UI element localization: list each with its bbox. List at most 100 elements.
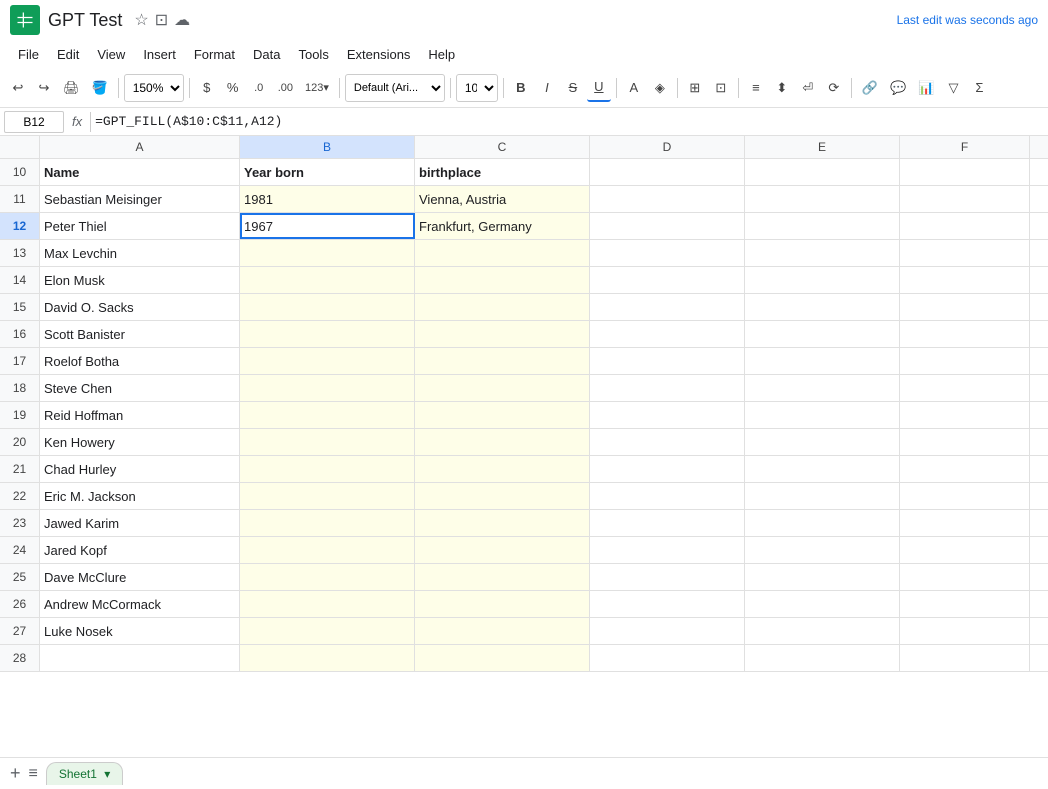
cell-col-f-18[interactable] bbox=[900, 375, 1030, 401]
star-icon[interactable]: ☆ bbox=[134, 10, 148, 30]
cell-col-f-16[interactable] bbox=[900, 321, 1030, 347]
cell-col-b-18[interactable] bbox=[240, 375, 415, 401]
percent-button[interactable]: % bbox=[221, 74, 245, 102]
cell-col-d-11[interactable] bbox=[590, 186, 745, 212]
cell-col-e-12[interactable] bbox=[745, 213, 900, 239]
cell-col-c-11[interactable]: Vienna, Austria bbox=[415, 186, 590, 212]
col-header-c[interactable]: C bbox=[415, 136, 590, 158]
cell-col-a-26[interactable]: Andrew McCormack bbox=[40, 591, 240, 617]
more-num-button[interactable]: 123▾ bbox=[300, 74, 334, 102]
text-color-button[interactable]: A bbox=[622, 74, 646, 102]
font-family-select[interactable]: Default (Ari... Arial bbox=[345, 74, 445, 102]
cell-col-a-21[interactable]: Chad Hurley bbox=[40, 456, 240, 482]
cell-col-a-15[interactable]: David O. Sacks bbox=[40, 294, 240, 320]
cell-col-f-19[interactable] bbox=[900, 402, 1030, 428]
dec-incr-button[interactable]: .00 bbox=[273, 74, 298, 102]
cell-col-d-19[interactable] bbox=[590, 402, 745, 428]
cell-col-b-10[interactable]: Year born bbox=[240, 159, 415, 185]
col-header-e[interactable]: E bbox=[745, 136, 900, 158]
formula-input[interactable] bbox=[95, 111, 1044, 133]
cell-col-a-17[interactable]: Roelof Botha bbox=[40, 348, 240, 374]
redo-button[interactable]: ↪ bbox=[32, 74, 56, 102]
cell-col-e-25[interactable] bbox=[745, 564, 900, 590]
cell-col-f-28[interactable] bbox=[900, 645, 1030, 671]
cell-col-e-11[interactable] bbox=[745, 186, 900, 212]
cell-col-d-20[interactable] bbox=[590, 429, 745, 455]
row-number-20[interactable]: 20 bbox=[0, 429, 40, 455]
cell-col-a-12[interactable]: Peter Thiel bbox=[40, 213, 240, 239]
menu-item-data[interactable]: Data bbox=[245, 44, 288, 65]
cell-col-a-27[interactable]: Luke Nosek bbox=[40, 618, 240, 644]
menu-item-file[interactable]: File bbox=[10, 44, 47, 65]
cell-col-a-23[interactable]: Jawed Karim bbox=[40, 510, 240, 536]
cell-col-c-23[interactable] bbox=[415, 510, 590, 536]
cell-col-e-18[interactable] bbox=[745, 375, 900, 401]
cell-col-f-26[interactable] bbox=[900, 591, 1030, 617]
cell-col-a-14[interactable]: Elon Musk bbox=[40, 267, 240, 293]
cell-col-f-17[interactable] bbox=[900, 348, 1030, 374]
cell-col-d-13[interactable] bbox=[590, 240, 745, 266]
cell-col-d-21[interactable] bbox=[590, 456, 745, 482]
cell-col-c-24[interactable] bbox=[415, 537, 590, 563]
col-header-b[interactable]: B bbox=[240, 136, 415, 158]
comment-button[interactable]: 💬 bbox=[885, 74, 911, 102]
cell-col-d-14[interactable] bbox=[590, 267, 745, 293]
cell-col-f-11[interactable] bbox=[900, 186, 1030, 212]
cell-col-d-27[interactable] bbox=[590, 618, 745, 644]
cell-col-e-24[interactable] bbox=[745, 537, 900, 563]
cell-col-c-21[interactable] bbox=[415, 456, 590, 482]
cell-col-c-25[interactable] bbox=[415, 564, 590, 590]
cell-col-d-17[interactable] bbox=[590, 348, 745, 374]
cell-col-c-28[interactable] bbox=[415, 645, 590, 671]
cell-col-c-20[interactable] bbox=[415, 429, 590, 455]
cell-col-a-24[interactable]: Jared Kopf bbox=[40, 537, 240, 563]
cell-col-c-18[interactable] bbox=[415, 375, 590, 401]
row-number-25[interactable]: 25 bbox=[0, 564, 40, 590]
cell-col-d-26[interactable] bbox=[590, 591, 745, 617]
wrap-button[interactable]: ⏎ bbox=[796, 74, 820, 102]
row-number-15[interactable]: 15 bbox=[0, 294, 40, 320]
cell-col-b-25[interactable] bbox=[240, 564, 415, 590]
row-number-18[interactable]: 18 bbox=[0, 375, 40, 401]
cell-col-f-24[interactable] bbox=[900, 537, 1030, 563]
cell-col-a-16[interactable]: Scott Banister bbox=[40, 321, 240, 347]
cell-col-a-11[interactable]: Sebastian Meisinger bbox=[40, 186, 240, 212]
cell-col-f-14[interactable] bbox=[900, 267, 1030, 293]
row-number-24[interactable]: 24 bbox=[0, 537, 40, 563]
menu-item-help[interactable]: Help bbox=[420, 44, 463, 65]
sheet-list-button[interactable]: ≡ bbox=[29, 765, 38, 783]
cell-col-a-22[interactable]: Eric M. Jackson bbox=[40, 483, 240, 509]
cell-col-e-22[interactable] bbox=[745, 483, 900, 509]
cell-col-f-20[interactable] bbox=[900, 429, 1030, 455]
cell-col-a-18[interactable]: Steve Chen bbox=[40, 375, 240, 401]
cell-col-e-16[interactable] bbox=[745, 321, 900, 347]
currency-button[interactable]: $ bbox=[195, 74, 219, 102]
cell-col-d-18[interactable] bbox=[590, 375, 745, 401]
cell-col-e-15[interactable] bbox=[745, 294, 900, 320]
menu-item-format[interactable]: Format bbox=[186, 44, 243, 65]
row-number-10[interactable]: 10 bbox=[0, 159, 40, 185]
row-number-26[interactable]: 26 bbox=[0, 591, 40, 617]
v-align-button[interactable]: ⬍ bbox=[770, 74, 794, 102]
cell-col-d-15[interactable] bbox=[590, 294, 745, 320]
row-number-16[interactable]: 16 bbox=[0, 321, 40, 347]
cell-col-b-26[interactable] bbox=[240, 591, 415, 617]
row-number-14[interactable]: 14 bbox=[0, 267, 40, 293]
cell-col-f-21[interactable] bbox=[900, 456, 1030, 482]
cell-col-a-20[interactable]: Ken Howery bbox=[40, 429, 240, 455]
zoom-select[interactable]: 150% 100% 75% bbox=[124, 74, 184, 102]
cell-col-e-10[interactable] bbox=[745, 159, 900, 185]
cell-col-b-22[interactable] bbox=[240, 483, 415, 509]
fill-color-button[interactable]: ◈ bbox=[648, 74, 672, 102]
cell-col-b-27[interactable] bbox=[240, 618, 415, 644]
cell-col-d-12[interactable] bbox=[590, 213, 745, 239]
cell-col-b-24[interactable] bbox=[240, 537, 415, 563]
row-number-13[interactable]: 13 bbox=[0, 240, 40, 266]
cell-col-d-25[interactable] bbox=[590, 564, 745, 590]
menu-item-edit[interactable]: Edit bbox=[49, 44, 87, 65]
strikethrough-button[interactable]: S bbox=[561, 74, 585, 102]
cell-col-b-11[interactable]: 1981 bbox=[240, 186, 415, 212]
dec-decr-button[interactable]: .0 bbox=[247, 74, 271, 102]
menu-item-extensions[interactable]: Extensions bbox=[339, 44, 419, 65]
cell-col-a-25[interactable]: Dave McClure bbox=[40, 564, 240, 590]
